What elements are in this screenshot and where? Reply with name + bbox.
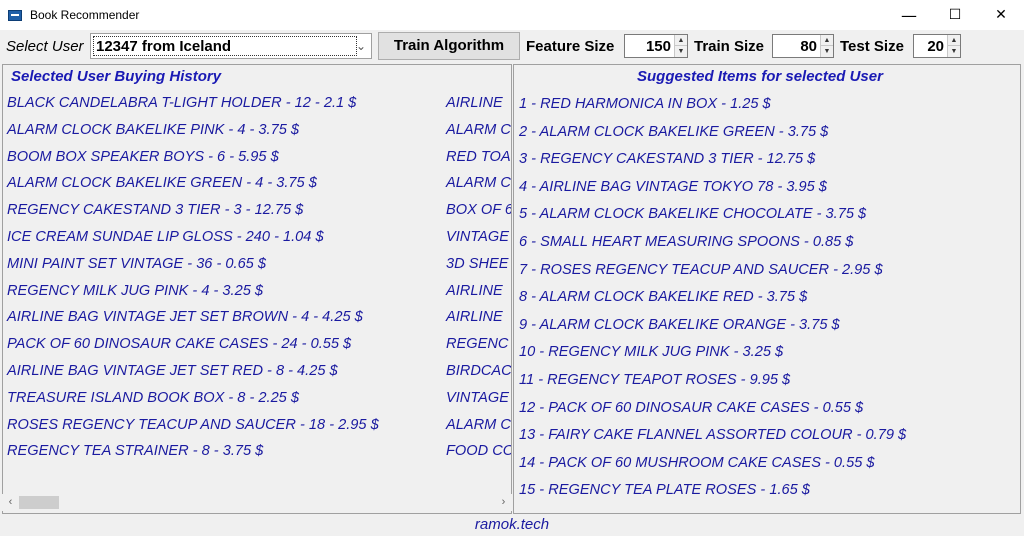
- select-user-label: Select User: [6, 38, 84, 55]
- list-item[interactable]: MINI PAINT SET VINTAGE - 36 - 0.65 $: [7, 254, 266, 274]
- list-item[interactable]: RED TOA: [446, 147, 511, 167]
- list-item[interactable]: AIRLINE BAG VINTAGE JET SET RED - 8 - 4.…: [7, 361, 338, 381]
- list-item[interactable]: PACK OF 60 DINOSAUR CAKE CASES - 24 - 0.…: [7, 334, 351, 354]
- feature-size-value[interactable]: 150: [646, 38, 671, 55]
- list-item[interactable]: ALARM CLOCK BAKELIKE GREEN - 4 - 3.75 $: [7, 173, 317, 193]
- spin-down-icon[interactable]: ▼: [821, 46, 833, 57]
- feature-size-spinner[interactable]: 150 ▲ ▼: [624, 34, 688, 58]
- list-item[interactable]: REGENCY TEA STRAINER - 8 - 3.75 $: [7, 441, 263, 461]
- minimize-button[interactable]: —: [886, 0, 932, 30]
- train-size-value[interactable]: 80: [800, 38, 817, 55]
- list-item[interactable]: ALARM C: [446, 415, 511, 435]
- scroll-left-icon[interactable]: ‹: [2, 494, 19, 511]
- window-controls: — ☐ ✕: [886, 0, 1024, 30]
- scroll-right-icon[interactable]: ›: [495, 494, 512, 511]
- list-item[interactable]: 12 - PACK OF 60 DINOSAUR CAKE CASES - 0.…: [519, 398, 863, 418]
- list-item[interactable]: REGENC: [446, 334, 508, 354]
- list-item[interactable]: ALARM CLOCK BAKELIKE PINK - 4 - 3.75 $: [7, 120, 299, 140]
- feature-size-label: Feature Size: [526, 38, 615, 55]
- list-item[interactable]: AIRLINE BAG VINTAGE JET SET BROWN - 4 - …: [7, 307, 363, 327]
- train-size-spinner[interactable]: 80 ▲ ▼: [772, 34, 834, 58]
- test-size-label: Test Size: [840, 38, 904, 55]
- spin-down-icon[interactable]: ▼: [948, 46, 960, 57]
- toolbar: Select User 12347 from Iceland ⌄ Train A…: [0, 30, 1024, 62]
- list-item[interactable]: 4 - AIRLINE BAG VINTAGE TOKYO 78 - 3.95 …: [519, 177, 827, 197]
- list-item[interactable]: FOOD CO: [446, 441, 511, 461]
- list-item[interactable]: REGENCY MILK JUG PINK - 4 - 3.25 $: [7, 281, 263, 301]
- train-size-stepper[interactable]: ▲ ▼: [820, 35, 833, 57]
- list-item[interactable]: BOOM BOX SPEAKER BOYS - 6 - 5.95 $: [7, 147, 279, 167]
- close-button[interactable]: ✕: [978, 0, 1024, 30]
- list-item[interactable]: 6 - SMALL HEART MEASURING SPOONS - 0.85 …: [519, 232, 853, 252]
- app-icon: [8, 9, 22, 21]
- buying-history-list[interactable]: BLACK CANDELABRA T-LIGHT HOLDER - 12 - 2…: [3, 87, 511, 495]
- train-size-label: Train Size: [694, 38, 765, 55]
- train-algorithm-button[interactable]: Train Algorithm: [378, 32, 520, 60]
- list-item[interactable]: ALARM C: [446, 120, 511, 140]
- list-item[interactable]: REGENCY CAKESTAND 3 TIER - 3 - 12.75 $: [7, 200, 303, 220]
- selected-user-value: 12347 from Iceland: [93, 36, 357, 56]
- list-item[interactable]: 13 - FAIRY CAKE FLANNEL ASSORTED COLOUR …: [519, 425, 906, 445]
- list-item[interactable]: 5 - ALARM CLOCK BAKELIKE CHOCOLATE - 3.7…: [519, 204, 866, 224]
- title-bar: Book Recommender — ☐ ✕: [0, 0, 1024, 30]
- list-item[interactable]: 11 - REGENCY TEAPOT ROSES - 9.95 $: [519, 370, 790, 390]
- list-item[interactable]: BLACK CANDELABRA T-LIGHT HOLDER - 12 - 2…: [7, 93, 356, 113]
- list-item[interactable]: ICE CREAM SUNDAE LIP GLOSS - 240 - 1.04 …: [7, 227, 324, 247]
- list-item[interactable]: 7 - ROSES REGENCY TEACUP AND SAUCER - 2.…: [519, 260, 883, 280]
- test-size-stepper[interactable]: ▲ ▼: [947, 35, 960, 57]
- list-item[interactable]: AIRLINE: [446, 281, 503, 301]
- suggestions-title: Suggested Items for selected User: [637, 68, 883, 85]
- footer-credit: ramok.tech: [474, 516, 550, 533]
- list-item[interactable]: BIRDCAC: [446, 361, 511, 381]
- window-title: Book Recommender: [30, 8, 140, 22]
- chevron-down-icon[interactable]: ⌄: [354, 38, 368, 54]
- list-item[interactable]: 3 - REGENCY CAKESTAND 3 TIER - 12.75 $: [519, 149, 815, 169]
- list-item[interactable]: 10 - REGENCY MILK JUG PINK - 3.25 $: [519, 342, 783, 362]
- suggestions-panel: Suggested Items for selected User 1 - RE…: [513, 64, 1021, 514]
- user-select[interactable]: 12347 from Iceland ⌄: [90, 33, 372, 59]
- list-item[interactable]: VINTAGE: [446, 227, 509, 247]
- spin-up-icon[interactable]: ▲: [821, 35, 833, 46]
- spin-up-icon[interactable]: ▲: [675, 35, 687, 46]
- list-item[interactable]: 9 - ALARM CLOCK BAKELIKE ORANGE - 3.75 $: [519, 315, 840, 335]
- list-item[interactable]: ROSES REGENCY TEACUP AND SAUCER - 18 - 2…: [7, 415, 379, 435]
- list-item[interactable]: 2 - ALARM CLOCK BAKELIKE GREEN - 3.75 $: [519, 122, 828, 142]
- list-item[interactable]: AIRLINE: [446, 93, 503, 113]
- test-size-value[interactable]: 20: [927, 38, 944, 55]
- maximize-button[interactable]: ☐: [932, 0, 978, 30]
- list-item[interactable]: 14 - PACK OF 60 MUSHROOM CAKE CASES - 0.…: [519, 453, 875, 473]
- list-item[interactable]: AIRLINE: [446, 307, 503, 327]
- list-item[interactable]: 3D SHEE: [446, 254, 508, 274]
- list-item[interactable]: 8 - ALARM CLOCK BAKELIKE RED - 3.75 $: [519, 287, 807, 307]
- buying-history-title: Selected User Buying History: [11, 68, 222, 85]
- test-size-spinner[interactable]: 20 ▲ ▼: [913, 34, 961, 58]
- horizontal-scrollbar[interactable]: ‹ ›: [2, 494, 512, 511]
- list-item[interactable]: TREASURE ISLAND BOOK BOX - 8 - 2.25 $: [7, 388, 299, 408]
- spin-up-icon[interactable]: ▲: [948, 35, 960, 46]
- list-item[interactable]: 1 - RED HARMONICA IN BOX - 1.25 $: [519, 94, 771, 114]
- spin-down-icon[interactable]: ▼: [675, 46, 687, 57]
- buying-history-panel: Selected User Buying History BLACK CANDE…: [2, 64, 512, 514]
- suggestions-list[interactable]: 1 - RED HARMONICA IN BOX - 1.25 $ 2 - ALA…: [514, 87, 1020, 513]
- scrollbar-thumb[interactable]: [19, 496, 59, 509]
- list-item[interactable]: 15 - REGENCY TEA PLATE ROSES - 1.65 $: [519, 480, 810, 500]
- list-item[interactable]: ALARM C: [446, 173, 511, 193]
- list-item[interactable]: BOX OF 6: [446, 200, 511, 220]
- feature-size-stepper[interactable]: ▲ ▼: [674, 35, 687, 57]
- list-item[interactable]: VINTAGE: [446, 388, 509, 408]
